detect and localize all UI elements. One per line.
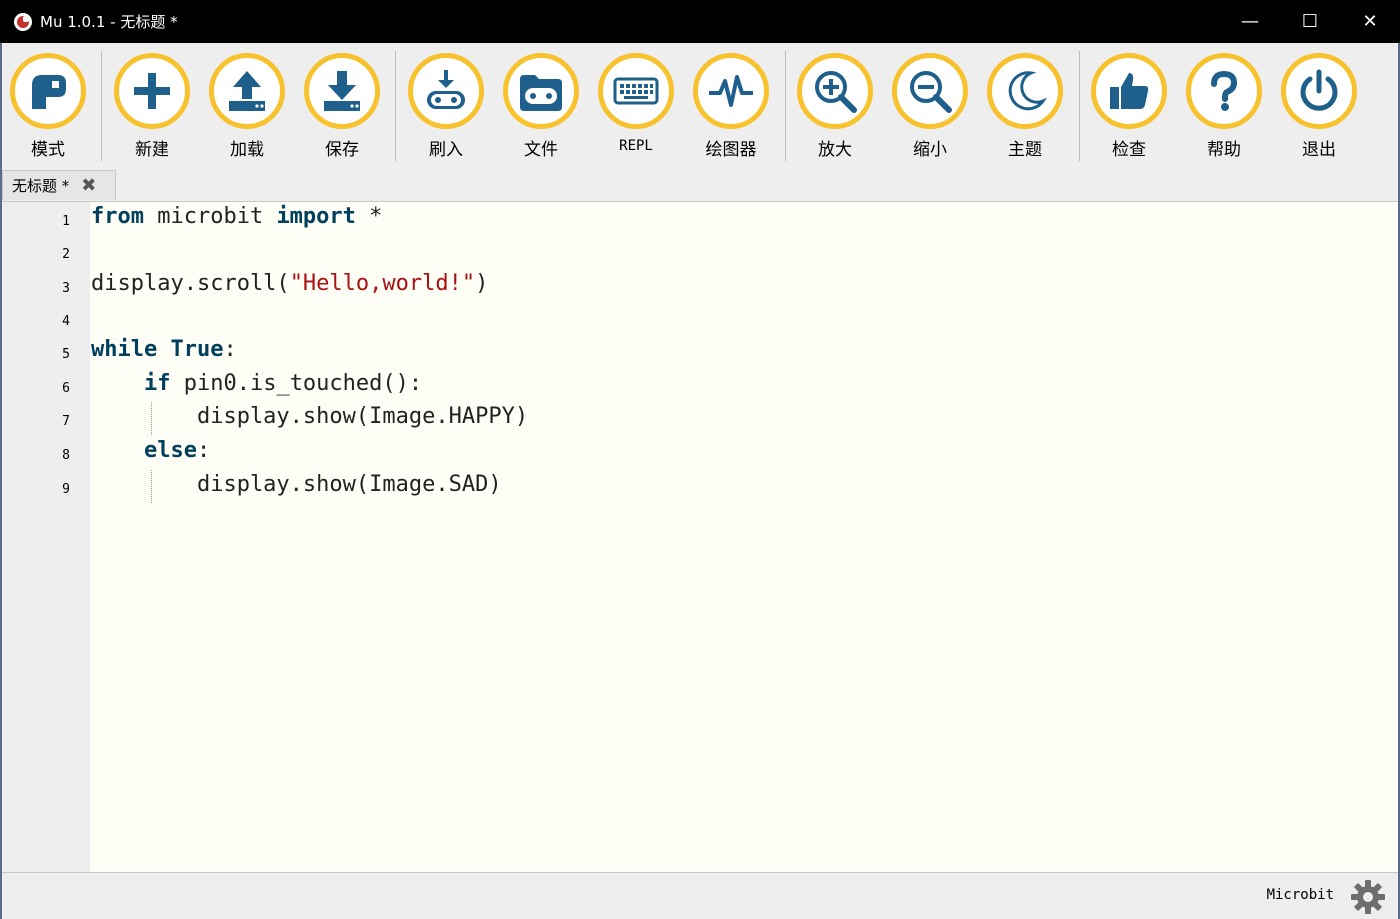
code-line: 3 display.scroll("Hello,world!") (0, 269, 1400, 302)
code-text: from microbit import * (91, 204, 383, 229)
minimize-button[interactable]: — (1220, 0, 1280, 43)
theme-button[interactable]: 主题 (980, 53, 1070, 165)
pulse-icon (709, 75, 753, 107)
load-button[interactable]: 加载 (202, 53, 292, 165)
save-button[interactable]: 保存 (297, 53, 387, 165)
line-number: 6 (62, 381, 70, 396)
code-line: 9 display.show(Image.SAD) (0, 470, 1400, 503)
toolbar: 模式 新建 加载 保存 刷入 文件 REPL 绘图器 放大 缩小 主题 检查 帮… (0, 43, 1400, 170)
zoom-out-icon (910, 71, 952, 113)
tab-label: 无标题 * (12, 177, 70, 195)
code-line: 7 display.show(Image.HAPPY) (0, 402, 1400, 435)
question-icon (1211, 70, 1238, 111)
code-line: 1 from microbit import * (0, 202, 1400, 235)
code-text: display.scroll("Hello,world!") (91, 271, 489, 296)
line-number: 7 (62, 414, 70, 429)
files-button[interactable]: 文件 (496, 53, 586, 165)
flash-icon (427, 70, 465, 109)
quit-label: 退出 (1302, 140, 1336, 160)
code-line: 2 (0, 235, 1400, 268)
close-window-button[interactable]: ✕ (1340, 0, 1400, 43)
toolbar-separator (785, 51, 786, 161)
code-editor[interactable]: 1 from microbit import * 2 3 display.scr… (0, 202, 1400, 872)
check-label: 检查 (1112, 140, 1146, 160)
flash-button[interactable]: 刷入 (401, 53, 491, 165)
zoom-in-icon (815, 71, 857, 113)
code-text: if pin0.is_touched(): (143, 371, 423, 396)
code-text: display.show(Image.HAPPY) (91, 404, 529, 429)
toolbar-separator (101, 51, 102, 161)
window-controls: — ☐ ✕ (1220, 0, 1400, 43)
mode-indicator[interactable]: Microbit (1267, 887, 1334, 903)
new-button[interactable]: 新建 (107, 53, 197, 165)
repl-label: REPL (619, 138, 653, 154)
plotter-label: 绘图器 (705, 140, 757, 160)
line-number: 5 (62, 347, 70, 362)
gear-icon[interactable] (1350, 879, 1386, 915)
help-label: 帮助 (1207, 140, 1241, 160)
quit-button[interactable]: 退出 (1274, 53, 1364, 165)
code-line: 8 else: (0, 436, 1400, 469)
zoom-out-button[interactable]: 缩小 (885, 53, 975, 165)
mu-logo-icon (14, 12, 32, 31)
tab-close-icon[interactable]: ✖ (81, 175, 96, 196)
power-icon (1300, 69, 1338, 111)
zoom-in-label: 放大 (818, 140, 852, 160)
theme-label: 主题 (1008, 140, 1042, 160)
code-line: 6 if pin0.is_touched(): (0, 369, 1400, 402)
zoom-out-label: 缩小 (913, 140, 947, 160)
title-bar: Mu 1.0.1 - 无标题 * — ☐ ✕ (0, 0, 1400, 43)
check-button[interactable]: 检查 (1084, 53, 1174, 165)
line-number: 3 (62, 281, 70, 296)
moon-icon (1008, 71, 1048, 111)
zoom-in-button[interactable]: 放大 (790, 53, 880, 165)
line-number: 9 (62, 482, 70, 497)
thumbs-up-icon (1110, 73, 1149, 109)
mode-button[interactable]: 模式 (3, 53, 93, 165)
tab-untitled[interactable]: 无标题 * ✖ (2, 170, 116, 200)
window-border-left (0, 43, 2, 919)
files-label: 文件 (524, 140, 558, 160)
toolbar-separator (1079, 51, 1080, 161)
help-button[interactable]: 帮助 (1179, 53, 1269, 165)
plus-icon (134, 73, 170, 109)
folder-icon (520, 75, 562, 111)
keyboard-icon (613, 77, 659, 105)
plotter-button[interactable]: 绘图器 (686, 53, 776, 165)
code-text: else: (143, 438, 211, 463)
save-label: 保存 (325, 140, 359, 160)
load-label: 加载 (230, 140, 264, 160)
window-title: Mu 1.0.1 - 无标题 * (40, 13, 178, 31)
tab-bar: 无标题 * ✖ (0, 170, 1400, 202)
line-number: 4 (62, 314, 70, 329)
line-number: 2 (62, 247, 70, 262)
code-text: while True: (91, 337, 237, 362)
download-icon (324, 71, 360, 111)
maximize-button[interactable]: ☐ (1280, 0, 1340, 43)
line-number: 1 (62, 214, 70, 229)
status-bar: Microbit (0, 872, 1400, 919)
code-text: display.show(Image.SAD) (91, 472, 502, 497)
mode-icon (32, 75, 66, 109)
code-line: 4 (0, 302, 1400, 335)
code-line: 5 while True: (0, 335, 1400, 368)
upload-icon (229, 71, 265, 111)
mode-label: 模式 (31, 140, 65, 160)
toolbar-separator (395, 51, 396, 161)
repl-button[interactable]: REPL (591, 53, 681, 165)
line-number: 8 (62, 448, 70, 463)
flash-label: 刷入 (429, 140, 463, 160)
new-label: 新建 (135, 140, 169, 160)
